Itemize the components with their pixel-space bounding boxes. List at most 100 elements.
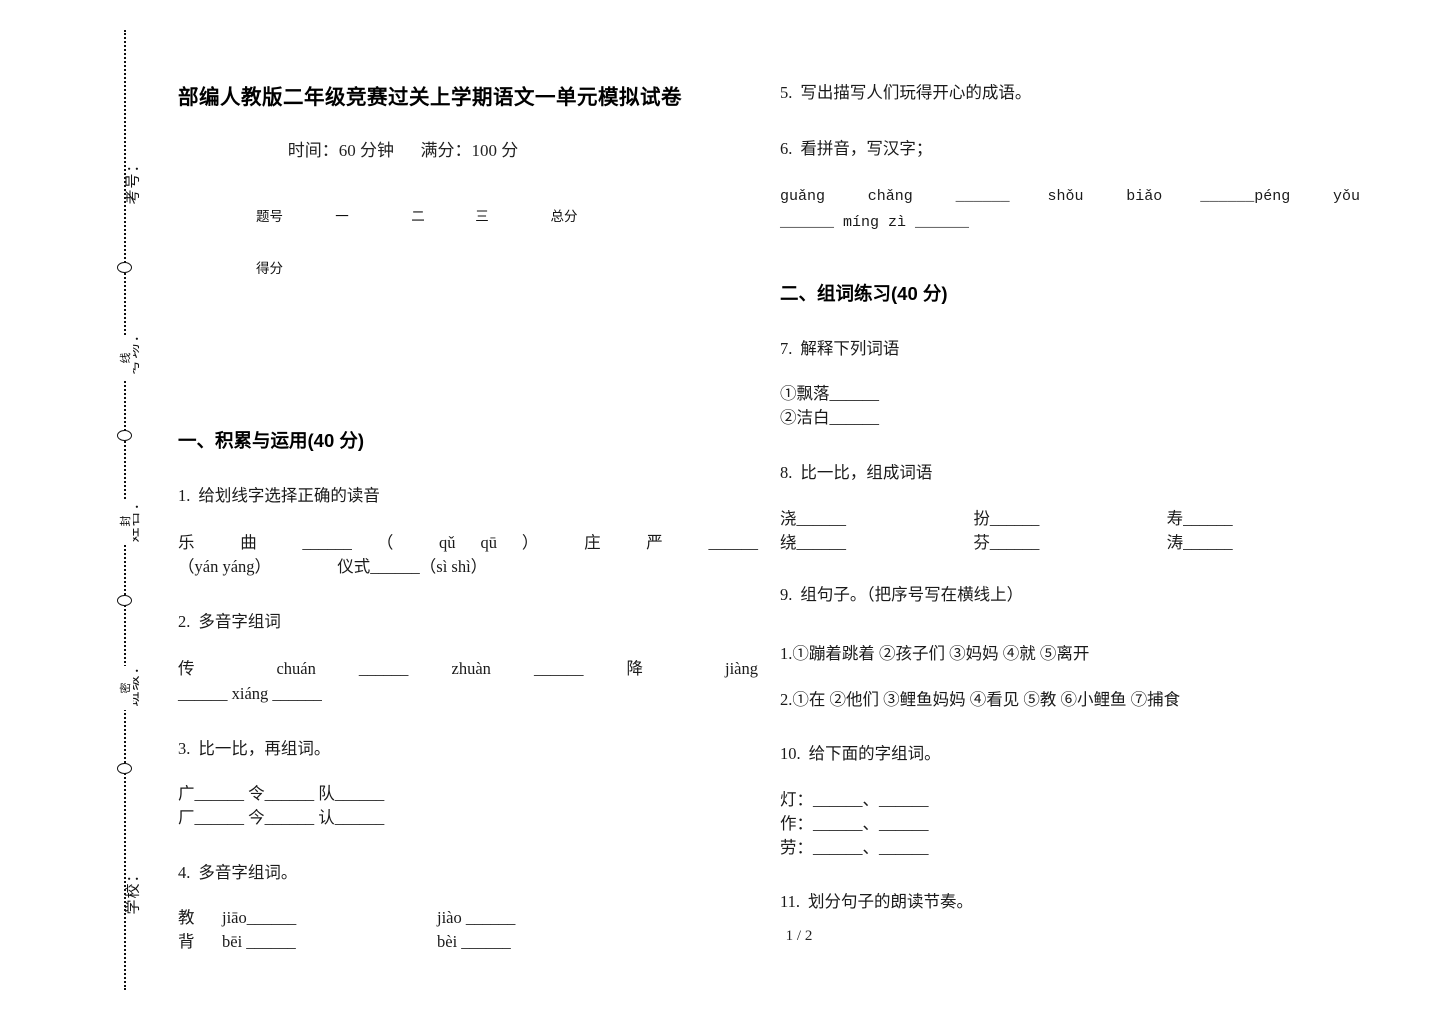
question-2-text: 多音字组词 <box>198 612 281 632</box>
question-1: 1. 给划线字选择正确的读音 <box>178 483 758 509</box>
section-heading-one: 一、积累与运用(40 分) <box>178 430 365 451</box>
section-heading-two: 二、组词练习(40 分) <box>780 282 948 304</box>
left-column: 部编人教版二年级竞赛过关上学期语文一单元模拟试卷 时间：60 分钟 满分：100… <box>178 0 758 1011</box>
question-6-answer-line-2[interactable]: ______ míng zì ______ <box>780 210 1360 234</box>
q6-pengyou: ______péng yǒu <box>1200 188 1361 206</box>
score-header-part-1: 一 <box>335 209 349 224</box>
question-8-answer-grid[interactable]: 浇______ 绕______ 扮______ 芬______ 寿______ … <box>780 507 1360 554</box>
question-9-item-2[interactable]: 2.①在 ②他们 ③鲤鱼妈妈 ④看见 ⑤教 ⑥小鲤鱼 ⑦捕食 <box>780 688 1360 712</box>
seal-circle <box>117 430 132 441</box>
question-6-number: 6. <box>780 138 793 158</box>
q2-xiang: ______ xiáng ______ <box>178 683 322 703</box>
question-3-text: 比一比，再组词。 <box>198 738 331 758</box>
question-4: 4. 多音字组词。 <box>178 860 758 886</box>
question-11-number: 11. <box>780 892 801 912</box>
seal-char-xian: 线 <box>117 336 133 380</box>
score-header-total: 总分 <box>550 209 578 224</box>
question-1-answer-line-2[interactable]: （yán yáng） 仪式______（sì shì） <box>178 556 758 579</box>
question-10-row-deng[interactable]: 灯：______、______ <box>780 789 1360 812</box>
q8-col3-bottom[interactable]: 涛______ <box>1167 531 1360 554</box>
q8-col3-top[interactable]: 寿______ <box>1167 507 1360 530</box>
question-11: 11. 划分句子的朗读节奏。 <box>780 889 1360 915</box>
exam-sheet: 部编人教版二年级竞赛过关上学期语文一单元模拟试卷 时间：60 分钟 满分：100… <box>165 0 1433 1011</box>
question-10-number: 10. <box>780 744 801 764</box>
question-5: 5. 写出描写人们玩得开心的成语。 <box>780 80 1360 106</box>
q8-col2-top[interactable]: 扮______ <box>973 507 1166 530</box>
question-11-text: 划分句子的朗读节奏。 <box>808 892 974 912</box>
seal-char-feng: 封 <box>117 499 133 543</box>
q8-column-3: 寿______ 涛______ <box>1167 507 1360 554</box>
question-8-text: 比一比，组成词语 <box>800 462 933 482</box>
question-5-number: 5. <box>780 83 793 102</box>
seal-label-exam-number: 考号： <box>124 156 142 205</box>
q8-col1-bottom[interactable]: 绕______ <box>780 531 973 554</box>
question-7-text: 解释下列词语 <box>800 338 900 358</box>
q6-guangchang: guǎng chǎng ______ <box>780 188 1010 206</box>
question-10-row-zuo[interactable]: 作：______、______ <box>780 813 1360 836</box>
q1-item-leyu: 乐 曲 ______ （ qǔ qū ） <box>178 532 560 552</box>
question-1-answer-line-1[interactable]: 乐 曲 ______ （ qǔ qū ） 庄 严 ______ <box>178 531 758 555</box>
question-4-text: 多音字组词。 <box>198 862 298 882</box>
q1-item-zhuangyan: 庄 严 ______ <box>584 532 759 552</box>
q2-zhuan: zhuàn ______ <box>451 658 584 678</box>
q2-jiang: 降 jiàng <box>626 658 758 678</box>
q6-shoubiao: shǒu biǎo <box>1047 188 1163 206</box>
question-6-answer-line-1[interactable]: guǎng chǎng ______ shǒu biǎo ______péng … <box>780 183 1360 208</box>
question-9-text: 组句子。（把序号写在横线上） <box>800 585 1024 605</box>
score-header-part-2: 二 <box>411 209 425 224</box>
q8-column-2: 扮______ 芬______ <box>973 507 1166 554</box>
question-10: 10. 给下面的字组词。 <box>780 741 1360 767</box>
exam-total-score-label: 满分：100 分 <box>420 141 519 160</box>
question-8-number: 8. <box>780 462 793 482</box>
score-table: 题号 一 二 三 总分 得分 <box>178 205 758 315</box>
q8-col1-top[interactable]: 浇______ <box>780 507 973 530</box>
q4-pinyin-jiao4: jiào ______ <box>437 908 516 928</box>
question-7-item-2[interactable]: ②洁白______ <box>780 407 1360 430</box>
score-row-label: 得分 <box>256 261 283 276</box>
question-3-number: 3. <box>178 738 191 758</box>
question-2-answer-line-2[interactable]: ______ xiáng ______ <box>178 683 758 706</box>
question-1-text: 给划线字选择正确的读音 <box>198 486 380 505</box>
page-title: 部编人教版二年级竞赛过关上学期语文一单元模拟试卷 <box>178 86 682 109</box>
question-10-row-lao[interactable]: 劳：______、______ <box>780 837 1360 860</box>
seal-circle <box>117 763 132 774</box>
question-6-text: 看拼音，写汉字； <box>800 138 933 158</box>
question-6: 6. 看拼音，写汉字； <box>780 136 1360 162</box>
question-3: 3. 比一比，再组词。 <box>178 736 758 762</box>
question-2: 2. 多音字组词 <box>178 609 758 635</box>
score-value-part-3[interactable] <box>450 257 514 277</box>
score-table-points-row: 得分 <box>178 257 758 277</box>
exam-time-label: 时间：60 分钟 <box>287 141 394 160</box>
score-table-header-row: 题号 一 二 三 总分 <box>178 205 758 225</box>
question-9: 9. 组句子。（把序号写在横线上） <box>780 582 1360 608</box>
score-value-part-1[interactable] <box>298 257 386 277</box>
q4-char-jiao: 教 <box>178 908 195 928</box>
score-value-total[interactable] <box>514 257 614 277</box>
score-header-part-3: 三 <box>475 209 489 224</box>
q6-mingzi: ______ míng zì ______ <box>780 213 970 231</box>
seal-label-school: 学校： <box>124 866 142 915</box>
q8-column-1: 浇______ 绕______ <box>780 507 973 554</box>
q4-pinyin-jiao1: jiāo______ <box>222 908 297 928</box>
q8-col2-bottom[interactable]: 芬______ <box>973 531 1166 554</box>
question-8: 8. 比一比，组成词语 <box>780 460 1360 486</box>
q2-chuan: 传 chuán ______ <box>178 658 409 678</box>
question-7-number: 7. <box>780 338 793 358</box>
question-4-number: 4. <box>178 862 191 882</box>
seal-char-mi: 密 <box>117 666 133 710</box>
question-2-number: 2. <box>178 612 191 632</box>
question-9-item-1[interactable]: 1.①蹦着跳着 ②孩子们 ③妈妈 ④就 ⑤离开 <box>780 642 1360 666</box>
seal-margin-strip: 考号： 考场： 姓名： 班级： 学校： 线 封 密 <box>0 0 165 1011</box>
question-5-text: 写出描写人们玩得开心的成语。 <box>800 83 1032 102</box>
question-3-answer-row-2[interactable]: 厂______ 今______ 认______ <box>178 807 758 830</box>
question-7-item-1[interactable]: ①飘落______ <box>780 383 1360 406</box>
score-value-part-2[interactable] <box>386 257 450 277</box>
seal-circle <box>117 595 132 606</box>
question-1-number: 1. <box>178 486 191 505</box>
seal-circle <box>117 262 132 273</box>
q1-pinyin-yan-yang: （yán yáng） <box>178 557 272 577</box>
question-9-number: 9. <box>780 585 793 605</box>
question-4-answer-row-1[interactable]: 教 jiāo______ jiào ______ <box>178 907 758 930</box>
question-3-answer-row-1[interactable]: 广______ 令______ 队______ <box>178 783 758 806</box>
question-2-answer-line-1[interactable]: 传 chuán ______ zhuàn ______ 降 jiàng <box>178 657 758 681</box>
